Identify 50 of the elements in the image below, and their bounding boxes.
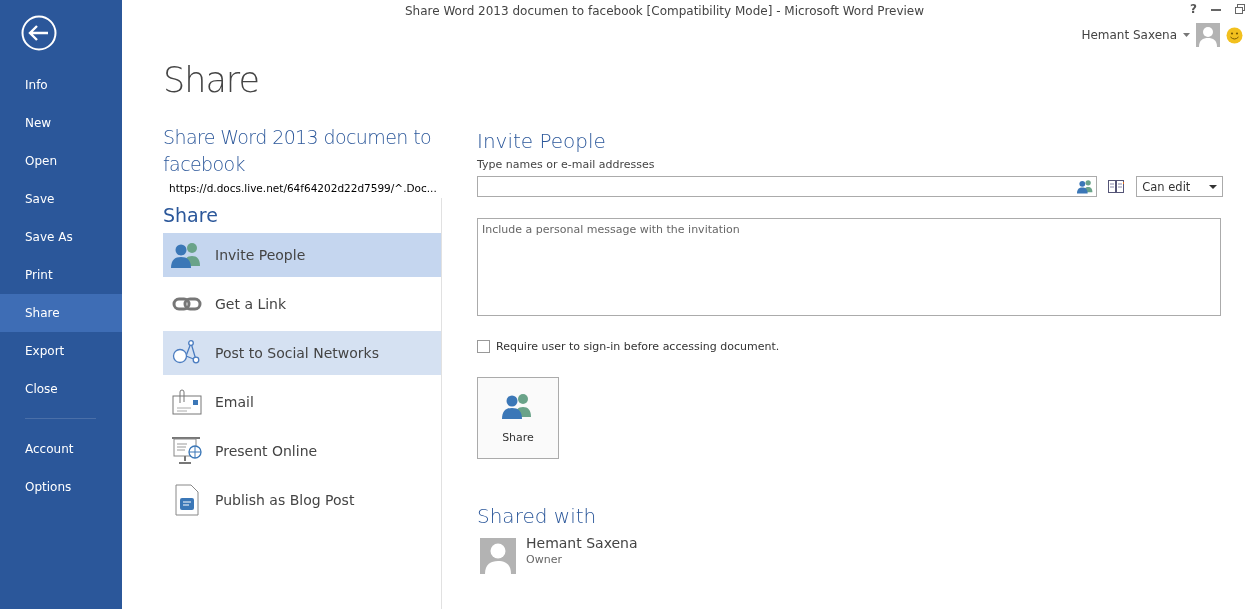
restore-icon[interactable] <box>1235 4 1245 14</box>
names-input-field[interactable] <box>477 176 1097 197</box>
section-heading: Invite People <box>477 128 607 154</box>
section-heading: Shared with <box>477 503 598 529</box>
sidebar-item[interactable]: Print <box>0 256 122 294</box>
permission-dropdown[interactable]: Can edit <box>1136 176 1223 197</box>
person-role: Owner <box>526 553 563 566</box>
section-heading: Share <box>163 203 219 228</box>
share-option-icon <box>172 297 202 311</box>
field-label: Type names or e-mail addresses <box>477 158 656 172</box>
share-option-icon <box>171 242 203 268</box>
message-field[interactable]: Include a personal message with the invitation <box>477 218 1221 316</box>
document-title: Share Word 2013 documen to facebook <box>163 125 433 177</box>
help-button[interactable]: ? <box>1190 2 1197 16</box>
sidebar-item[interactable]: Export <box>0 332 122 370</box>
user-name[interactable]: Hemant Saxena <box>1081 28 1177 42</box>
share-option[interactable]: Get a Link <box>163 282 441 326</box>
check-names-icon <box>1076 179 1094 194</box>
share-option-icon <box>172 389 202 415</box>
address-book-icon[interactable] <box>1107 180 1125 193</box>
avatar-icon <box>480 538 516 574</box>
sidebar-item[interactable]: Open <box>0 142 122 180</box>
sidebar-item[interactable]: Options <box>0 468 122 506</box>
dropdown-caret-icon[interactable] <box>1183 33 1190 37</box>
person-name: Hemant Saxena <box>526 535 638 551</box>
document-url: https://d.docs.live.net/64f64202d22d7599/^.Doc... <box>169 182 438 196</box>
sidebar-item[interactable]: Account <box>0 430 122 468</box>
share-option[interactable]: Email <box>163 380 441 424</box>
share-option-icon <box>172 340 202 366</box>
window-title: Share Word 2013 documen to facebook [Compatibility Mode] - Microsoft Word Preview <box>405 4 925 18</box>
share-option[interactable]: Publish as Blog Post <box>163 478 441 522</box>
people-icon <box>502 392 534 419</box>
sidebar-item[interactable]: Share <box>0 294 122 332</box>
sidebar-item[interactable]: New <box>0 104 122 142</box>
sidebar-item[interactable]: Close <box>0 370 122 408</box>
checkbox-label: Require user to sign-in before accessing document. <box>496 340 780 353</box>
sidebar-item[interactable]: Save As <box>0 218 122 256</box>
share-option[interactable]: Present Online <box>163 429 441 473</box>
sidebar-item[interactable]: Info <box>0 66 122 104</box>
sidebar-item[interactable]: Save <box>0 180 122 218</box>
smiley-icon[interactable] <box>1226 26 1243 44</box>
dropdown-caret-icon <box>1209 184 1217 189</box>
share-option-icon <box>175 484 199 516</box>
share-option-icon <box>171 436 203 466</box>
page-title: Share <box>163 60 260 102</box>
share-button[interactable]: Share <box>477 377 559 459</box>
share-option[interactable]: Post to Social Networks <box>163 331 441 375</box>
share-option[interactable]: Invite People <box>163 233 441 277</box>
checkbox[interactable] <box>477 340 490 353</box>
avatar-icon <box>1196 23 1220 47</box>
